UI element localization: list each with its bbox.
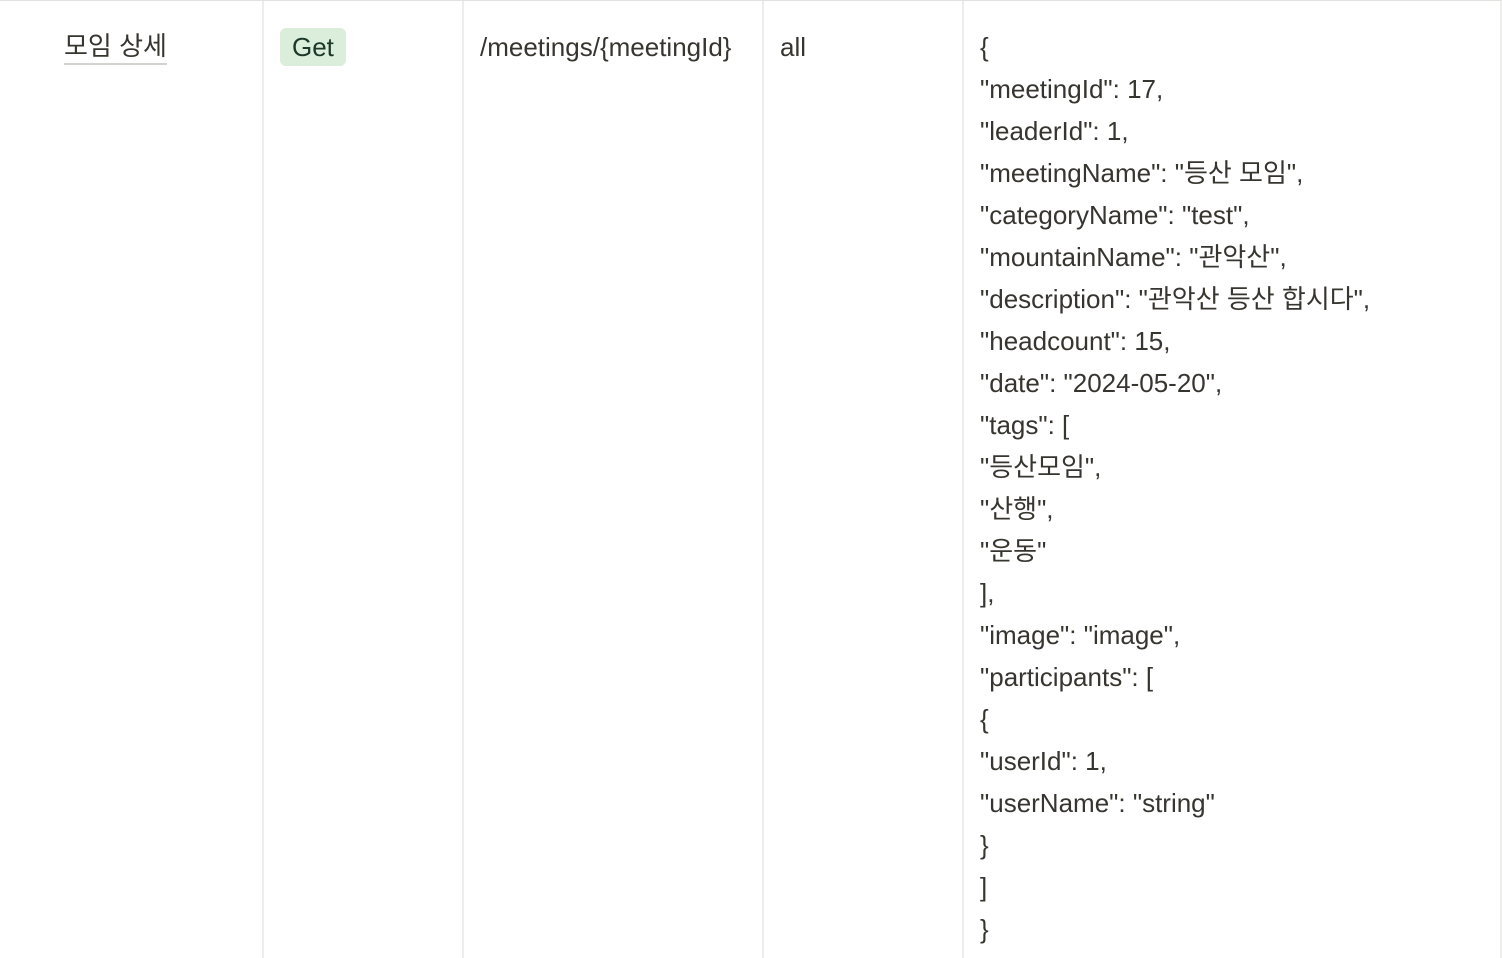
response-line: ] — [980, 872, 988, 902]
response-line: "운동" — [980, 536, 1047, 566]
response-line: "description": "관악산 등산 합시다", — [980, 284, 1371, 314]
response-line: "userId": 1, — [980, 746, 1107, 776]
response-line: "headcount": 15, — [980, 326, 1171, 356]
http-method-tag[interactable]: Get — [280, 28, 346, 66]
response-line: ], — [980, 578, 995, 608]
path-cell[interactable] — [464, 1, 764, 958]
response-line: "participants": [ — [980, 662, 1154, 692]
response-line: { — [980, 704, 989, 734]
auth-value: all — [780, 32, 807, 62]
auth-cell[interactable] — [764, 1, 964, 958]
response-line: "tags": [ — [980, 410, 1070, 440]
response-line: "image": "image", — [980, 620, 1181, 650]
endpoint-path: /meetings/{meetingId} — [480, 32, 732, 62]
response-line: { — [980, 32, 989, 62]
response-line: "산행", — [980, 494, 1054, 524]
response-line: "userName": "string" — [980, 788, 1215, 818]
name-cell[interactable] — [0, 1, 264, 958]
method-cell[interactable] — [264, 1, 464, 958]
response-line: "meetingId": 17, — [980, 74, 1164, 104]
response-line: } — [980, 830, 989, 860]
response-line: "categoryName": "test", — [980, 200, 1250, 230]
response-line: "mountainName": "관악산", — [980, 242, 1287, 272]
endpoint-name-link[interactable]: 모임 상세 — [64, 29, 167, 65]
response-line: "등산모임", — [980, 452, 1102, 482]
response-line: "date": "2024-05-20", — [980, 368, 1223, 398]
api-table-row: 모임 상세 Get /meetings/{meetingId} all { "me… — [0, 0, 1502, 958]
response-line: "meetingName": "등산 모임", — [980, 158, 1304, 188]
response-body: { "meetingId": 17, "leaderId": 1, "meetingN… — [980, 26, 1480, 950]
response-line: } — [980, 914, 989, 944]
response-line: "leaderId": 1, — [980, 116, 1129, 146]
